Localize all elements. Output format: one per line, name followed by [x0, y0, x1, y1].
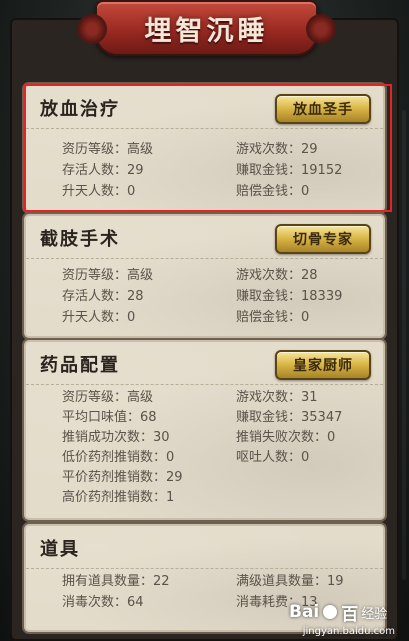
highlight-box [24, 84, 392, 212]
stat-disinfect-count: 消毒次数：64 [62, 595, 144, 610]
stat-earnings: 赚取金钱：18339 [236, 289, 343, 304]
stat-high-price: 高价药剂推销数：1 [62, 490, 175, 505]
section-header: 道具 [26, 526, 383, 569]
stat-sell-fail: 推销失败次数：0 [236, 430, 336, 445]
section-amputation: 截肢手术 切骨专家 资历等级：高级 游戏次数：28 存活人数：28 赚取金钱：1… [26, 216, 383, 336]
stat-items-owned: 拥有道具数量：22 [62, 574, 170, 589]
stat-rank: 资历等级：高级 [62, 390, 154, 405]
page-title-plaque: 埋智沉睡 [77, 0, 336, 56]
stat-compensation: 赔偿金钱：0 [236, 310, 310, 325]
section-medicine: 药品配置 皇家厨师 资历等级：高级 游戏次数：31 平均口味值：68 赚取金钱：… [26, 342, 383, 518]
baidu-watermark: Bai 百 经验 [289, 602, 388, 625]
section-header: 截肢手术 切骨专家 [26, 216, 383, 259]
badge-label: 皇家厨师 [293, 358, 353, 374]
watermark-url: jingyan.baidu.com [302, 626, 395, 637]
stat-mid-price: 平价药剂推销数：29 [62, 470, 183, 485]
stat-survivors: 存活人数：28 [62, 289, 144, 304]
stat-games: 游戏次数：28 [236, 268, 318, 283]
stat-vomit: 呕吐人数：0 [236, 450, 310, 465]
stat-low-price: 低价药剂推销数：0 [62, 450, 175, 465]
stat-rank: 资历等级：高级 [62, 268, 154, 283]
section-title: 截肢手术 [40, 229, 120, 250]
stat-earnings: 赚取金钱：35347 [236, 410, 343, 425]
section-title: 药品配置 [40, 355, 120, 376]
title-badge-medicine[interactable]: 皇家厨师 [275, 350, 371, 380]
title-badge-amputation[interactable]: 切骨专家 [275, 224, 371, 254]
stat-games: 游戏次数：31 [236, 390, 318, 405]
stat-avg-taste: 平均口味值：68 [62, 410, 157, 425]
paw-icon [323, 605, 338, 619]
section-title: 道具 [40, 539, 80, 560]
section-header: 药品配置 皇家厨师 [26, 342, 383, 385]
stat-deaths: 升天人数：0 [62, 310, 136, 325]
page-title: 埋智沉睡 [144, 15, 269, 47]
stat-items-maxed: 满级道具数量：19 [236, 574, 344, 589]
stat-sell-success: 推销成功次数：30 [62, 430, 170, 445]
scrollbar[interactable] [402, 110, 406, 580]
badge-label: 切骨专家 [293, 232, 353, 248]
